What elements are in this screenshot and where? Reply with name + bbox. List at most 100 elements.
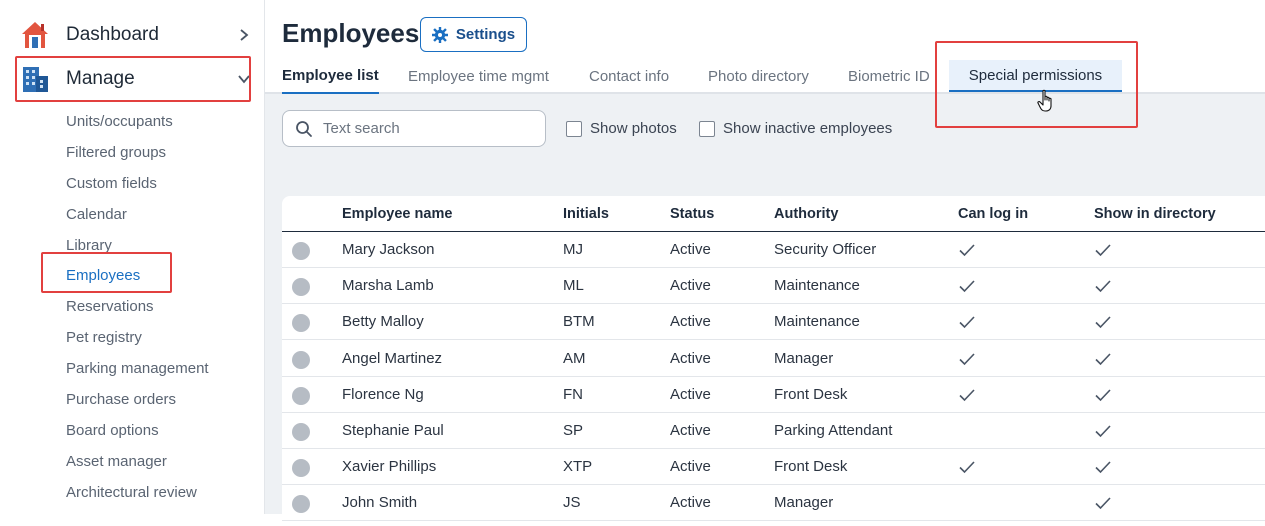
- table-header: Employee name Initials Status Authority …: [282, 196, 1265, 232]
- sidebar-item-purchase-orders[interactable]: Purchase orders: [66, 384, 209, 415]
- tab-bar: Employee list Employee time mgmt Contact…: [265, 58, 1265, 94]
- sidebar-item-asset-manager[interactable]: Asset manager: [66, 446, 209, 477]
- table-row[interactable]: Betty Malloy BTM Active Maintenance: [282, 304, 1265, 341]
- initials-cell: JS: [563, 494, 581, 512]
- employee-name-cell[interactable]: Xavier Phillips: [342, 458, 436, 475]
- sidebar-item-architectural-review[interactable]: Architectural review: [66, 477, 209, 508]
- tab-biometric-id[interactable]: Biometric ID: [848, 58, 930, 94]
- table-row[interactable]: Stephanie Paul SP Active Parking Attendant: [282, 413, 1265, 449]
- search-input[interactable]: [323, 120, 543, 137]
- nav-dashboard-label: Dashboard: [66, 24, 159, 45]
- can-log-in-check-icon: [958, 277, 976, 295]
- status-cell: Active: [670, 349, 711, 367]
- show-in-directory-check-icon: [1094, 494, 1112, 512]
- table-row[interactable]: Florence Ng FN Active Front Desk: [282, 377, 1265, 413]
- show-in-directory-check-icon: [1094, 241, 1112, 259]
- column-header-show-in-directory[interactable]: Show in directory: [1094, 206, 1216, 222]
- checkbox-box[interactable]: [699, 120, 715, 137]
- tab-contact-info[interactable]: Contact info: [589, 58, 669, 94]
- hand-cursor-icon: [1037, 89, 1052, 112]
- content-area: Show photos Show inactive employees Empl…: [265, 94, 1265, 526]
- tab-employee-time-mgmt[interactable]: Employee time mgmt: [408, 58, 549, 94]
- chevron-down-icon: [238, 75, 250, 84]
- avatar: [292, 459, 310, 478]
- sidebar-item-reservations[interactable]: Reservations: [66, 291, 209, 322]
- avatar: [292, 495, 310, 514]
- authority-cell: Front Desk: [774, 458, 848, 476]
- can-log-in-check-icon: [958, 386, 976, 404]
- initials-cell: AM: [563, 349, 586, 367]
- status-cell: Active: [670, 422, 711, 439]
- authority-cell: Manager: [774, 349, 834, 367]
- sidebar-item-units-occupants[interactable]: Units/occupants: [66, 106, 209, 137]
- employee-name-cell[interactable]: Marsha Lamb: [342, 277, 434, 294]
- authority-cell: Maintenance: [774, 313, 860, 331]
- sidebar-item-parking-management[interactable]: Parking management: [66, 353, 209, 384]
- table-row[interactable]: Marsha Lamb ML Active Maintenance: [282, 268, 1265, 305]
- authority-cell: Front Desk: [774, 385, 848, 403]
- table-row[interactable]: Angel Martinez AM Active Manager: [282, 341, 1265, 377]
- avatar: [292, 278, 310, 297]
- checkbox-box[interactable]: [566, 120, 582, 137]
- sidebar: Dashboard Manage Units/occupants Filtere…: [0, 0, 265, 514]
- settings-button-label: Settings: [455, 26, 516, 43]
- search-icon: [296, 120, 312, 137]
- sidebar-item-board-options[interactable]: Board options: [66, 415, 209, 446]
- chevron-right-icon: [240, 29, 249, 41]
- status-cell: Active: [670, 277, 711, 295]
- employee-name-cell[interactable]: John Smith: [342, 494, 417, 511]
- nav-manage[interactable]: Manage: [20, 62, 252, 96]
- nav-dashboard[interactable]: Dashboard: [20, 18, 252, 52]
- avatar: [292, 386, 310, 405]
- sidebar-item-custom-fields[interactable]: Custom fields: [66, 168, 209, 199]
- show-in-directory-check-icon: [1094, 422, 1112, 440]
- page-title: Employees: [282, 18, 420, 48]
- settings-button[interactable]: Settings: [420, 17, 527, 52]
- authority-cell: Maintenance: [774, 277, 860, 295]
- show-photos-label: Show photos: [590, 120, 677, 137]
- show-inactive-checkbox[interactable]: Show inactive employees: [699, 120, 892, 137]
- sidebar-item-employees[interactable]: Employees: [66, 260, 209, 291]
- column-header-can-log-in[interactable]: Can log in: [958, 206, 1028, 222]
- employee-name-cell[interactable]: Florence Ng: [342, 386, 424, 403]
- authority-cell: Parking Attendant: [774, 422, 893, 439]
- column-header-initials[interactable]: Initials: [563, 206, 609, 222]
- table-row[interactable]: Xavier Phillips XTP Active Front Desk: [282, 449, 1265, 486]
- avatar: [292, 350, 310, 369]
- status-cell: Active: [670, 458, 711, 476]
- show-photos-checkbox[interactable]: Show photos: [566, 120, 677, 137]
- tab-special-permissions[interactable]: Special permissions: [949, 60, 1122, 92]
- employee-name-cell[interactable]: Mary Jackson: [342, 241, 435, 258]
- column-header-status[interactable]: Status: [670, 206, 714, 222]
- show-in-directory-check-icon: [1094, 386, 1112, 404]
- avatar: [292, 242, 310, 260]
- avatar: [292, 423, 310, 441]
- sidebar-item-pet-registry[interactable]: Pet registry: [66, 322, 209, 353]
- sidebar-item-library[interactable]: Library: [66, 230, 209, 261]
- initials-cell: SP: [563, 422, 584, 439]
- can-log-in-check-icon: [958, 350, 976, 368]
- show-in-directory-check-icon: [1094, 350, 1112, 368]
- tab-photo-directory[interactable]: Photo directory: [708, 58, 809, 94]
- employee-name-cell[interactable]: Angel Martinez: [342, 350, 442, 367]
- initials-cell: MJ: [563, 241, 583, 258]
- column-header-employee-name[interactable]: Employee name: [342, 206, 452, 222]
- table-row[interactable]: John Smith JS Active Manager: [282, 485, 1265, 522]
- can-log-in-check-icon: [958, 458, 976, 476]
- nav-manage-label: Manage: [66, 68, 135, 89]
- status-cell: Active: [670, 313, 711, 331]
- employee-name-cell[interactable]: Stephanie Paul: [342, 422, 444, 439]
- building-icon: [20, 64, 50, 94]
- column-header-authority[interactable]: Authority: [774, 206, 838, 222]
- table-row[interactable]: Mary Jackson MJ Active Security Officer: [282, 232, 1265, 268]
- sidebar-item-filtered-groups[interactable]: Filtered groups: [66, 137, 209, 168]
- manage-submenu: Units/occupants Filtered groups Custom f…: [66, 106, 209, 508]
- tab-employee-list[interactable]: Employee list: [282, 58, 379, 94]
- authority-cell: Manager: [774, 494, 834, 512]
- employee-name-cell[interactable]: Betty Malloy: [342, 313, 424, 330]
- sidebar-item-calendar[interactable]: Calendar: [66, 199, 209, 230]
- show-inactive-label: Show inactive employees: [723, 120, 893, 137]
- status-cell: Active: [670, 385, 711, 403]
- can-log-in-check-icon: [958, 313, 976, 331]
- gear-icon: [431, 26, 448, 43]
